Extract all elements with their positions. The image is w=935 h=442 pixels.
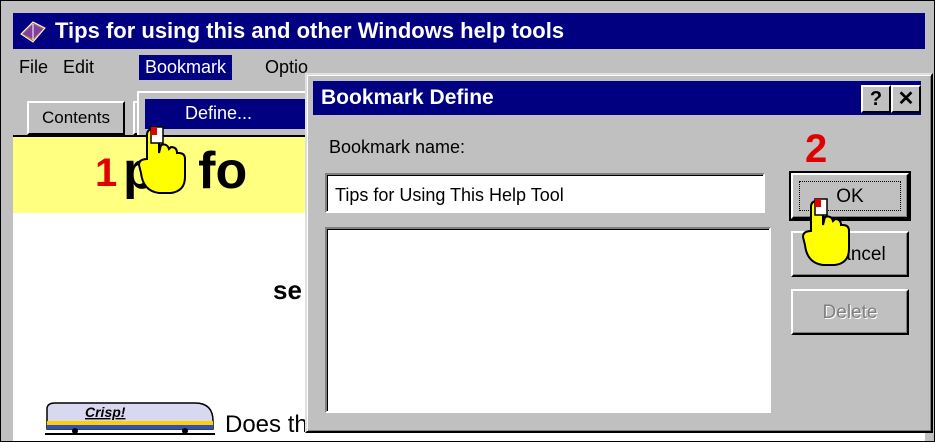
- delete-button-label: Delete: [822, 302, 878, 323]
- contents-button[interactable]: Contents: [27, 101, 125, 135]
- menu-edit[interactable]: Edit: [57, 55, 100, 80]
- dialog-title: Bookmark Define: [321, 86, 494, 109]
- contents-button-label: Contents: [41, 108, 111, 127]
- dialog-titlebar: Bookmark Define ? ✕: [313, 81, 921, 115]
- logo-text: Crisp!: [85, 404, 126, 420]
- step-number-2: 2: [805, 127, 828, 171]
- hand-pointer-icon: [801, 198, 850, 266]
- window-title: Tips for using this and other Windows he…: [55, 18, 565, 43]
- bookmark-list[interactable]: [325, 227, 771, 413]
- menu-item-define-label: Define...: [185, 103, 253, 123]
- window-titlebar: Tips for using this and other Windows he…: [13, 13, 925, 49]
- menu-bookmark[interactable]: Bookmark: [139, 55, 233, 80]
- hand-pointer-icon: [137, 126, 186, 194]
- bookmark-name-input[interactable]: Tips for Using This Help Tool: [325, 173, 765, 213]
- help-window: Tips for using this and other Windows he…: [0, 0, 935, 442]
- menu-file[interactable]: File: [13, 55, 54, 80]
- help-question-button[interactable]: ?: [861, 85, 891, 113]
- topic-text-fragment: se: [273, 275, 302, 305]
- topic-footer-fragment: Does th: [225, 411, 308, 438]
- step-number-1: 1: [95, 151, 118, 195]
- menu-edit-label: Edit: [63, 57, 95, 77]
- close-button[interactable]: ✕: [891, 85, 921, 113]
- menu-file-label: File: [19, 57, 49, 77]
- help-book-icon: [20, 21, 46, 43]
- bookmark-name-label: Bookmark name:: [329, 137, 466, 157]
- menu-options-label: Optio: [265, 57, 309, 77]
- menu-bookmark-label: Bookmark: [145, 57, 227, 77]
- delete-button[interactable]: Delete: [791, 289, 909, 335]
- crisp-train-logo: Crisp!: [45, 402, 215, 435]
